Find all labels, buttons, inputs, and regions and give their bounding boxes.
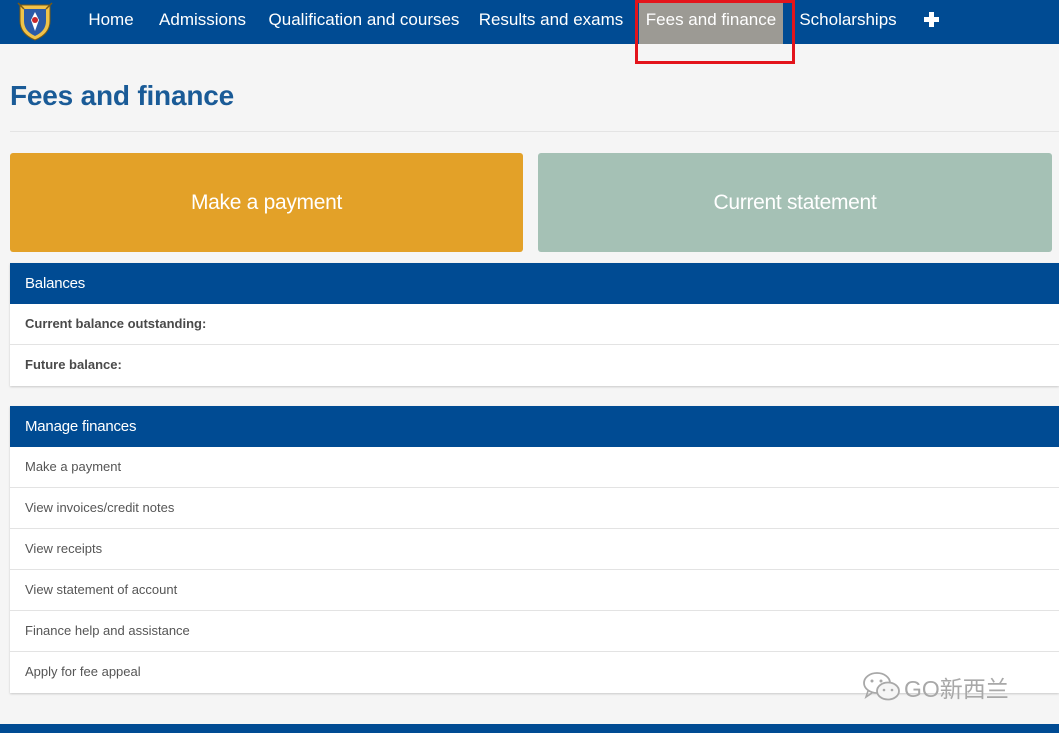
current-statement-tile[interactable]: Current statement — [538, 153, 1052, 252]
nav-item-admissions[interactable]: Admissions — [155, 0, 250, 44]
manage-link-make-payment[interactable]: Make a payment — [10, 447, 1059, 488]
balance-row-future: Future balance: — [25, 357, 122, 372]
nav-item-scholarships[interactable]: Scholarships — [795, 0, 901, 44]
title-divider — [10, 131, 1059, 132]
make-payment-tile-label: Make a payment — [190, 190, 343, 214]
nav-item-home[interactable]: Home — [82, 0, 140, 44]
page-title: Fees and finance — [10, 80, 234, 111]
watermark: GO新西兰 — [862, 670, 1009, 704]
nav-item-results[interactable]: Results and exams — [476, 0, 626, 44]
footer-strip — [0, 724, 1059, 733]
current-statement-tile-label: Current statement — [713, 190, 877, 214]
make-payment-tile[interactable]: Make a payment — [10, 153, 523, 252]
plus-icon[interactable] — [918, 0, 944, 44]
wechat-icon — [863, 672, 900, 701]
balances-panel: Balances Current balance outstanding: Fu… — [10, 263, 1059, 386]
manage-finances-header: Manage finances — [10, 406, 1059, 447]
top-navigation: Home Admissions Qualification and course… — [0, 0, 1059, 44]
watermark-text: GO新西兰 — [904, 676, 1009, 702]
manage-link-view-receipts[interactable]: View receipts — [10, 529, 1059, 570]
nav-item-fees-finance[interactable]: Fees and finance — [639, 0, 783, 44]
nav-item-qualifications[interactable]: Qualification and courses — [266, 0, 462, 44]
manage-link-view-invoices[interactable]: View invoices/credit notes — [10, 488, 1059, 529]
manage-link-finance-help[interactable]: Finance help and assistance — [10, 611, 1059, 652]
manage-link-view-statement[interactable]: View statement of account — [10, 570, 1059, 611]
crest-logo-icon[interactable] — [16, 1, 54, 41]
balance-row-current: Current balance outstanding: — [10, 304, 1059, 345]
balances-header: Balances — [10, 263, 1059, 304]
manage-finances-panel: Manage finances Make a payment View invo… — [10, 406, 1059, 693]
